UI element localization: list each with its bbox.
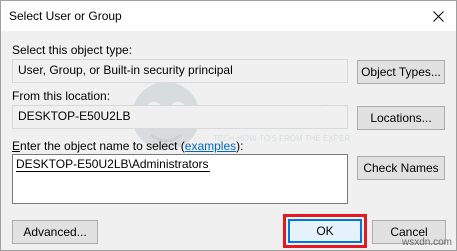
select-user-or-group-dialog: Select User or Group APPUALS TECH HOW-TO… [0,0,457,251]
ok-button-highlight [283,214,367,248]
examples-link[interactable]: examples [185,139,236,153]
advanced-button-label: Advanced... [23,225,87,239]
locations-button[interactable]: Locations... [357,106,445,130]
close-button[interactable] [420,1,456,31]
object-names-label: Enter the object name to select (example… [12,139,243,153]
location-label: From this location: [12,89,111,103]
object-type-label: Select this object type: [12,43,133,57]
object-names-input[interactable]: DESKTOP-E50U2LB\Administrators [12,154,348,204]
check-names-button[interactable]: Check Names [357,156,445,180]
object-types-button-label: Object Types... [361,65,441,79]
object-names-label-suffix: ): [236,139,244,153]
location-value: DESKTOP-E50U2LB [18,109,131,123]
advanced-button[interactable]: Advanced... [12,220,98,244]
location-field: DESKTOP-E50U2LB [12,105,348,129]
site-watermark: wsxdn.com [401,237,452,248]
check-names-button-label: Check Names [363,161,439,175]
close-icon [432,10,444,22]
object-types-button[interactable]: Object Types... [357,60,445,84]
object-names-value: DESKTOP-E50U2LB\Administrators [16,157,210,172]
object-names-label-prefix: nter the object name to select ( [20,139,185,153]
locations-button-label: Locations... [370,111,432,125]
title-bar: Select User or Group [1,1,456,31]
object-names-access-key: E [12,139,21,153]
window-title: Select User or Group [9,9,122,23]
object-type-field: User, Group, or Built-in security princi… [12,59,348,83]
object-type-value: User, Group, or Built-in security princi… [18,63,233,77]
